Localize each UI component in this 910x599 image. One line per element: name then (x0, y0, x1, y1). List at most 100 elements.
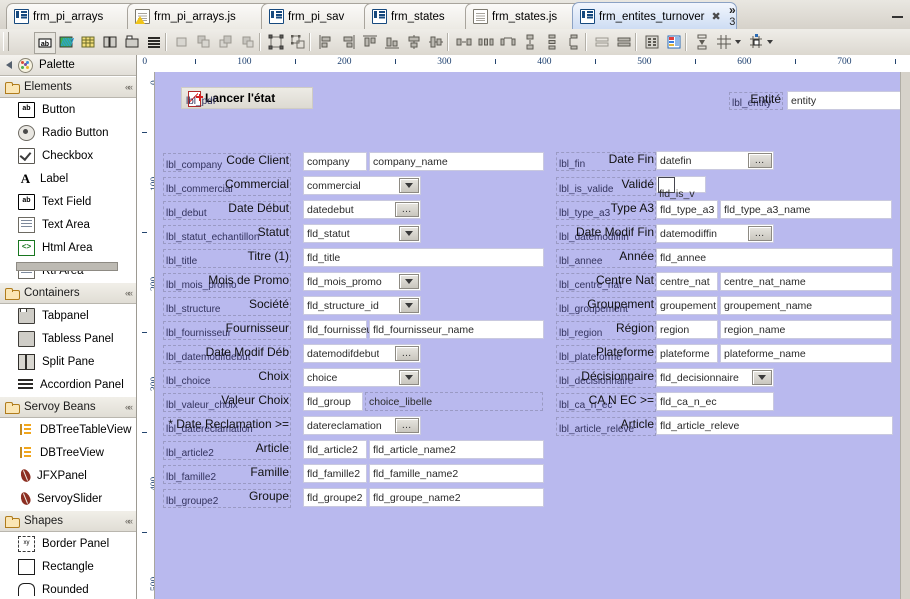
vertical-ruler[interactable]: 0100200300400500 (137, 72, 155, 599)
design-field-lbl_is_valide[interactable]: fld_is_v (656, 176, 706, 200)
date-picker-button[interactable]: … (748, 226, 772, 241)
palette-item-jfxpanel[interactable]: JFXPanel (0, 464, 136, 487)
anchoring-tool[interactable] (664, 32, 684, 52)
group-tool[interactable] (266, 32, 286, 52)
design-label-choice[interactable]: lbl_choice Choix (163, 369, 291, 388)
design-field-lbl_region-2[interactable]: region_name (720, 320, 892, 339)
tab-overflow-indicator[interactable]: » 3 (729, 4, 736, 28)
design-label-entity[interactable]: lbl_entity Entité (729, 92, 783, 110)
bring-to-front-tool[interactable] (172, 32, 192, 52)
design-field-lbl_plateforme-1[interactable]: plateforme (656, 344, 718, 363)
design-field-lbl_choice[interactable]: choice (303, 368, 421, 387)
palette-item-button[interactable]: ab Button (0, 98, 136, 121)
design-label-groupement[interactable]: lbl_groupement Groupement (556, 297, 656, 316)
design-field-entity[interactable]: entity (787, 91, 901, 110)
split-pane-tool[interactable] (100, 32, 120, 52)
design-label-ca_n_ec[interactable]: lbl_ca_n_ec CA N EC >= (556, 393, 656, 412)
distribute-vertical-center-tool[interactable] (564, 32, 584, 52)
send-backward-tool[interactable] (216, 32, 236, 52)
distribute-horizontal-center-tool[interactable] (498, 32, 518, 52)
tabpanel-tool[interactable] (122, 32, 142, 52)
design-field-lbl_plateforme-2[interactable]: plateforme_name (720, 344, 892, 363)
design-field-lbl_article_releve[interactable]: fld_article_releve (656, 416, 893, 435)
distribute-vertical-gap-tool[interactable] (542, 32, 562, 52)
z-order-tool[interactable] (692, 32, 712, 52)
collapse-group-icon[interactable]: «« (125, 516, 133, 526)
align-top-tool[interactable] (360, 32, 380, 52)
design-label-datemodifdebut[interactable]: lbl_datemodifdebut Date Modif Déb (163, 345, 291, 364)
design-field-lbl_company-1[interactable]: company (303, 152, 367, 171)
grid-dropdown-arrow[interactable] (735, 40, 741, 44)
palette-group-shapes[interactable]: Shapes «« (0, 510, 136, 532)
collapse-group-icon[interactable]: «« (125, 288, 133, 298)
palette-group-servoy-beans[interactable]: Servoy Beans «« (0, 396, 136, 418)
snap-dropdown-arrow[interactable] (767, 40, 773, 44)
design-label-fin[interactable]: lbl_fin Date Fin (556, 152, 656, 171)
design-label-groupe2[interactable]: lbl_groupe2 Groupe (163, 489, 291, 508)
palette-item-text-area[interactable]: Text Area (0, 213, 136, 236)
design-field-lbl_valeur_choix-2[interactable]: choice_libelle (365, 392, 543, 411)
design-label-debut[interactable]: lbl_debut Date Début (163, 201, 291, 220)
align-left-tool[interactable] (316, 32, 336, 52)
design-label-mois_promo[interactable]: lbl_mois_promo Mois de Promo (163, 273, 291, 292)
palette-item-checkbox[interactable]: Checkbox (0, 144, 136, 167)
design-field-lbl_fin[interactable]: datefin… (656, 151, 774, 170)
design-field-lbl_centre_nat-2[interactable]: centre_nat_name (720, 272, 892, 291)
design-field-lbl_article2-1[interactable]: fld_article2 (303, 440, 367, 459)
design-field-lbl_annee[interactable]: fld_annee (656, 248, 893, 267)
chevron-down-icon[interactable] (399, 298, 419, 313)
design-label-centre_nat[interactable]: lbl_centre_nat Centre Nat (556, 273, 656, 292)
editor-tab-frm-states[interactable]: frm_states (364, 3, 479, 29)
design-label-decisionnaire[interactable]: lbl_decisionnaire Décisionnaire (556, 369, 656, 388)
palette-group-elements[interactable]: Elements «« (0, 76, 136, 98)
distribute-horizontal-tool[interactable] (454, 32, 474, 52)
ungroup-tool[interactable] (288, 32, 308, 52)
design-field-lbl_datereclamation[interactable]: datereclamation… (303, 416, 421, 435)
design-field-lbl_groupement-1[interactable]: groupement (656, 296, 718, 315)
design-field-lbl_datemodifdebut[interactable]: datemodifdebut… (303, 344, 421, 363)
tab-sequence-tool[interactable] (642, 32, 662, 52)
date-picker-button[interactable]: … (748, 153, 772, 168)
chevron-down-icon[interactable] (399, 274, 419, 289)
design-label-region[interactable]: lbl_region Région (556, 321, 656, 340)
bring-forward-tool[interactable] (194, 32, 214, 52)
design-field-lbl_commercial[interactable]: commercial (303, 176, 421, 195)
palette-item-tabpanel[interactable]: Tabpanel (0, 304, 136, 327)
snap-tool[interactable] (746, 32, 766, 52)
same-height-tool[interactable] (614, 32, 634, 52)
palette-item-servoyslider[interactable]: ServoySlider (0, 487, 136, 510)
accordion-tool[interactable] (144, 32, 164, 52)
design-field-lbl_groupe2-2[interactable]: fld_groupe_name2 (369, 488, 544, 507)
chevron-down-icon[interactable] (399, 226, 419, 241)
distribute-horizontal-gap-tool[interactable] (476, 32, 496, 52)
design-field-lbl_centre_nat-1[interactable]: centre_nat (656, 272, 718, 291)
editor-tab-frm-pi-arrays-js[interactable]: frm_pi_arrays.js (127, 3, 275, 29)
align-center-tool[interactable] (404, 32, 424, 52)
grid-tool[interactable] (714, 32, 734, 52)
collapse-left-icon[interactable] (6, 61, 12, 69)
horizontal-ruler[interactable]: 0 100 200 300 400 500 600 700 (137, 55, 910, 73)
chevron-down-icon[interactable] (399, 178, 419, 193)
editor-tab-frm-states-js[interactable]: frm_states.js (465, 3, 586, 29)
design-label-fournisseur[interactable]: lbl_fournisseur Fournisseur (163, 321, 291, 340)
design-field-lbl_title[interactable]: fld_title (303, 248, 544, 267)
design-field-lbl_datemodiffin[interactable]: datemodiffin… (656, 224, 774, 243)
design-field-lbl_decisionnaire[interactable]: fld_decisionnaire (656, 368, 774, 387)
palette-item-tabless-panel[interactable]: Tabless Panel (0, 327, 136, 350)
collapse-group-icon[interactable]: «« (125, 402, 133, 412)
design-field-lbl_type_a3-2[interactable]: fld_type_a3_name (720, 200, 892, 219)
palette-item-dbtreeview[interactable]: DBTreeView (0, 441, 136, 464)
design-field-lbl_mois_promo[interactable]: fld_mois_promo (303, 272, 421, 291)
editor-tab-frm-pi-arrays[interactable]: frm_pi_arrays (6, 3, 141, 29)
design-field-lbl_debut[interactable]: datedebut… (303, 200, 421, 219)
design-field-lbl_region-1[interactable]: region (656, 320, 718, 339)
date-picker-button[interactable]: … (395, 418, 419, 433)
editor-tab-frm-pi-sav[interactable]: frm_pi_sav (261, 3, 378, 29)
design-label-famille2[interactable]: lbl_famille2 Famille (163, 465, 291, 484)
distribute-vertical-tool[interactable] (520, 32, 540, 52)
chevron-down-icon[interactable] (752, 370, 772, 385)
design-label-company[interactable]: lbl_company Code Client (163, 153, 291, 172)
design-field-lbl_fournisseur-2[interactable]: fld_fournisseur_name (369, 320, 544, 339)
design-field-lbl_famille2-2[interactable]: fld_famille_name2 (369, 464, 544, 483)
canvas-vertical-scrollbar[interactable] (900, 72, 910, 599)
